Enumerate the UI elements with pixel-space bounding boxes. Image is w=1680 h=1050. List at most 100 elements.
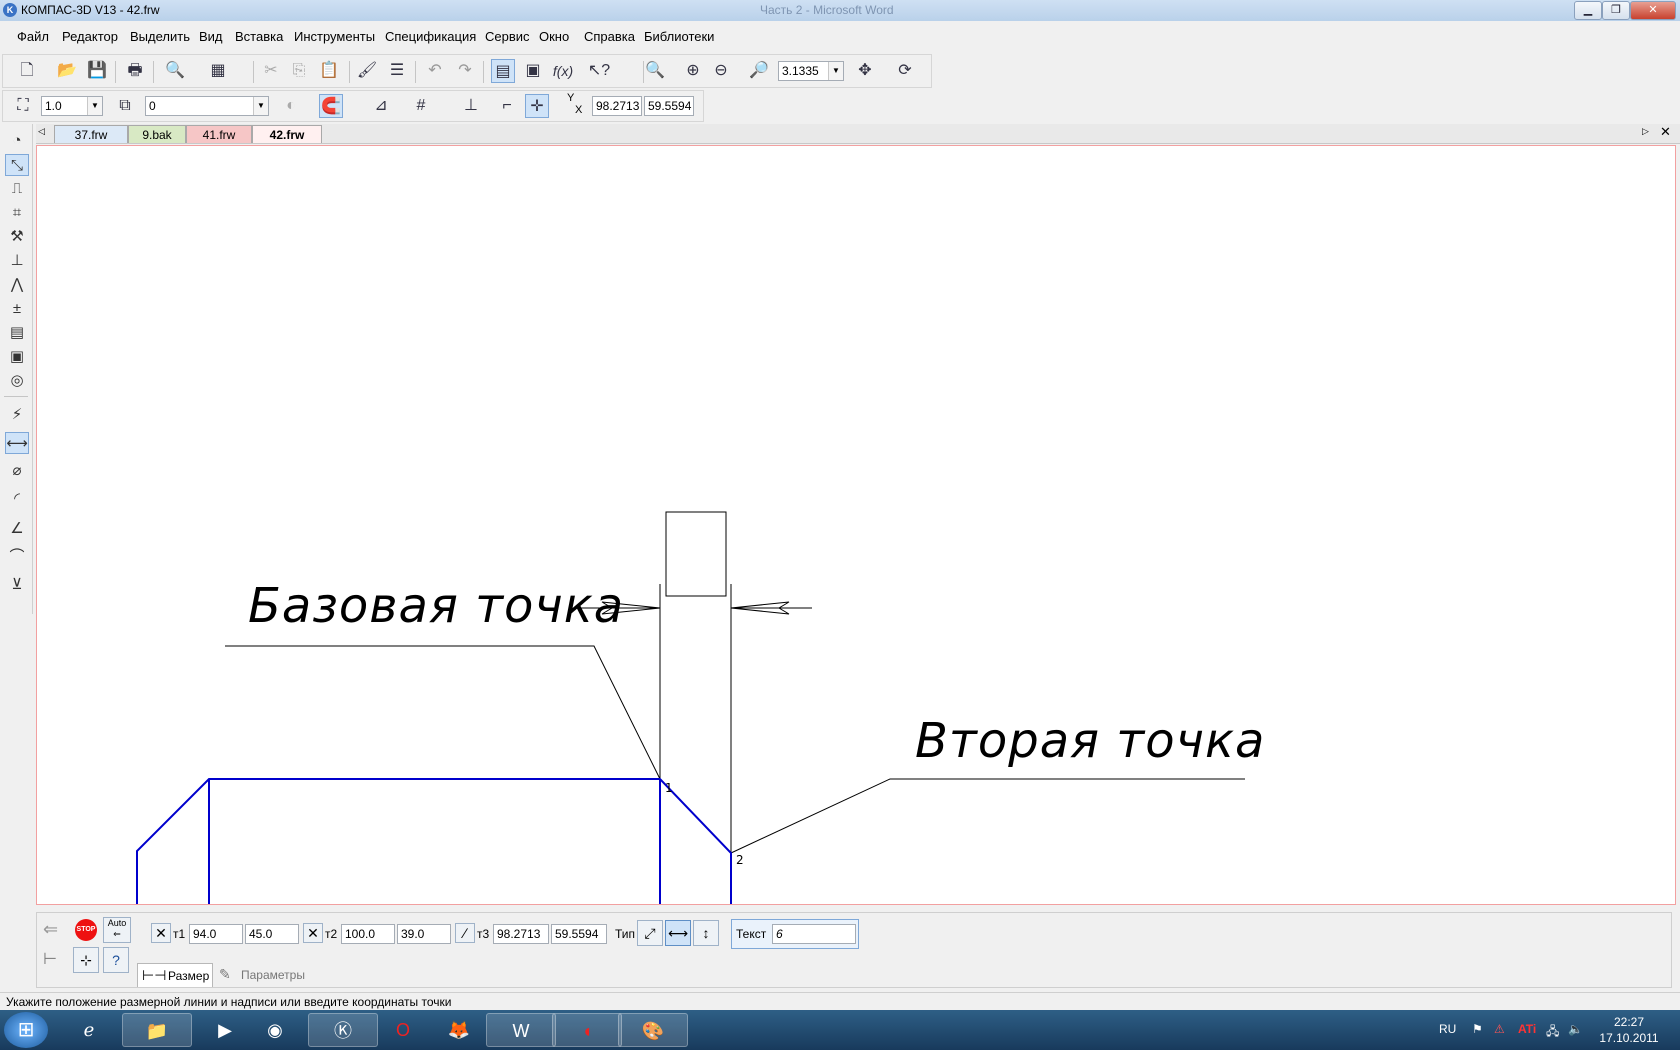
- copy-icon[interactable]: ⎘: [287, 59, 311, 83]
- coordinate-y-field[interactable]: 98.2713: [592, 96, 642, 116]
- layers-icon[interactable]: ⧉: [113, 94, 137, 118]
- open-folder-icon[interactable]: 📂: [55, 59, 79, 83]
- insert-fragment-icon[interactable]: ◎: [5, 370, 29, 392]
- menu-specification[interactable]: Спецификация: [385, 29, 476, 44]
- back-arrow-icon[interactable]: ⇐: [43, 919, 58, 940]
- explorer-folder-icon[interactable]: 📁: [122, 1013, 192, 1047]
- start-button-icon[interactable]: ⊞: [4, 1012, 48, 1048]
- menu-window[interactable]: Окно: [539, 29, 569, 44]
- menu-libraries[interactable]: Библиотеки: [644, 29, 714, 44]
- help-icon[interactable]: ?: [103, 947, 129, 973]
- diameter-dimension-icon[interactable]: ⌀: [5, 460, 29, 482]
- menu-insert[interactable]: Вставка: [235, 29, 283, 44]
- chevron-down-icon[interactable]: ▼: [253, 97, 268, 115]
- dimension-type-icon[interactable]: ⊢: [43, 949, 57, 969]
- ie-icon[interactable]: ℯ: [54, 1013, 124, 1047]
- tab-42-frw[interactable]: 42.frw: [252, 125, 322, 143]
- t2-y-field[interactable]: 39.0: [397, 924, 451, 944]
- t2-x-field[interactable]: 100.0: [341, 924, 395, 944]
- select-icon[interactable]: ⋀: [5, 274, 29, 296]
- point1-x-icon[interactable]: ✕: [151, 923, 171, 943]
- close-button[interactable]: ✕: [1630, 1, 1676, 20]
- zoom-combobox[interactable]: 3.1335 ▼: [778, 61, 844, 81]
- close-document-icon[interactable]: ✕: [1660, 124, 1671, 140]
- print-preview-icon[interactable]: 🔍: [163, 59, 187, 83]
- tab-parameters[interactable]: ✎ Параметры: [215, 963, 315, 987]
- menu-select[interactable]: Выделить: [130, 29, 190, 44]
- tab-41-frw[interactable]: 41.frw: [186, 125, 252, 143]
- zoom-window-icon[interactable]: 🔍: [643, 59, 667, 83]
- parametrization-icon[interactable]: ⚒: [5, 226, 29, 248]
- chrome-icon[interactable]: ◉: [240, 1013, 310, 1047]
- t3-y-field[interactable]: 59.5594: [551, 924, 607, 944]
- aligned-type-icon[interactable]: ⤢: [637, 920, 663, 946]
- network-icon[interactable]: 🖧: [1546, 1022, 1559, 1043]
- angular-dimension-icon[interactable]: ∠: [5, 518, 29, 540]
- redo-icon[interactable]: ↷: [453, 59, 477, 83]
- stop-icon[interactable]: STOP: [75, 919, 97, 941]
- layer-combobox[interactable]: 0 ▼: [145, 96, 269, 116]
- vertical-type-icon[interactable]: ↕: [693, 920, 719, 946]
- word-icon[interactable]: W: [486, 1013, 556, 1047]
- action-center-flag-icon[interactable]: ⚑: [1472, 1022, 1483, 1036]
- point3-slash-icon[interactable]: ∕: [455, 923, 475, 943]
- document-manager-icon[interactable]: ▦: [206, 59, 230, 83]
- paste-icon[interactable]: 📋: [317, 59, 341, 83]
- tab-37-frw[interactable]: 37.frw: [54, 125, 128, 143]
- designations-icon[interactable]: ⎍: [5, 178, 29, 200]
- minimize-button[interactable]: ▁: [1574, 1, 1602, 20]
- point2-x-icon[interactable]: ✕: [303, 923, 323, 943]
- paint-icon[interactable]: 🎨: [618, 1013, 688, 1047]
- associative-views-icon[interactable]: ±: [5, 298, 29, 320]
- menu-tools[interactable]: Инструменты: [294, 29, 375, 44]
- height-mark-icon[interactable]: ⊻: [5, 574, 29, 596]
- variables-fx-icon[interactable]: f(x): [551, 59, 575, 83]
- properties-list-icon[interactable]: ☰: [385, 59, 409, 83]
- geometry-icon[interactable]: ◔: [5, 130, 29, 152]
- t1-x-field[interactable]: 94.0: [189, 924, 243, 944]
- zoom-fit-icon[interactable]: ⊖: [709, 59, 733, 83]
- tabs-scroll-right-icon[interactable]: ▷: [1642, 126, 1649, 137]
- firefox-icon[interactable]: 🦊: [424, 1013, 494, 1047]
- library-manager-icon[interactable]: ▣: [521, 59, 545, 83]
- pan-icon[interactable]: ✥: [853, 59, 877, 83]
- reports-icon[interactable]: ▣: [5, 346, 29, 368]
- menu-view[interactable]: Вид: [199, 29, 223, 44]
- chevron-down-icon[interactable]: ▼: [87, 97, 102, 115]
- t1-y-field[interactable]: 45.0: [245, 924, 299, 944]
- tray-app-icon[interactable]: ⚠: [1494, 1022, 1505, 1036]
- horizontal-type-icon[interactable]: ⟷: [665, 920, 691, 946]
- tabs-scroll-left-icon[interactable]: ◁: [38, 126, 45, 137]
- spec-icon[interactable]: ▤: [5, 322, 29, 344]
- ortho-mode-icon[interactable]: ⌐: [495, 94, 519, 118]
- cursor-step-icon[interactable]: ⛶: [11, 94, 35, 118]
- view-parameters-icon[interactable]: ◐: [279, 94, 303, 118]
- radial-dimension-icon[interactable]: ◜: [5, 488, 29, 510]
- snap-point-icon[interactable]: ⊹: [73, 947, 99, 973]
- zoom-in-icon[interactable]: ⊕: [681, 59, 705, 83]
- dimensions-icon[interactable]: ⤡: [5, 154, 29, 176]
- manager-panel-icon[interactable]: ▤: [491, 59, 515, 83]
- arc-dimension-icon[interactable]: ⌒: [5, 546, 29, 568]
- text-field[interactable]: 6: [772, 924, 856, 944]
- grid-icon[interactable]: #: [409, 94, 433, 118]
- language-indicator[interactable]: RU: [1439, 1022, 1456, 1036]
- menu-help[interactable]: Справка: [584, 29, 635, 44]
- format-brush-icon[interactable]: 🖌: [355, 59, 379, 83]
- t3-x-field[interactable]: 98.2713: [493, 924, 549, 944]
- save-icon[interactable]: 💾: [85, 59, 109, 83]
- step-combobox[interactable]: 1.0 ▼: [41, 96, 103, 116]
- drawing-canvas[interactable]: Базовая точка Вторая точка 1 2: [36, 145, 1676, 905]
- measure-icon[interactable]: ⊥: [5, 250, 29, 272]
- tab-size[interactable]: ⊢⊣ Размер: [137, 963, 213, 987]
- chevron-down-icon[interactable]: ▼: [828, 62, 843, 80]
- edit-icon[interactable]: ⌗: [5, 202, 29, 224]
- cut-icon[interactable]: ✂: [259, 59, 283, 83]
- volume-icon[interactable]: 🔈: [1568, 1022, 1583, 1036]
- acrobat-icon[interactable]: ◖: [552, 1013, 622, 1047]
- print-icon[interactable]: 🖶: [123, 59, 147, 83]
- round-coordinates-icon[interactable]: ✛: [525, 94, 549, 118]
- snap-magnet-icon[interactable]: 🧲: [319, 94, 343, 118]
- undo-icon[interactable]: ↶: [423, 59, 447, 83]
- tray-clock[interactable]: 22:27 17.10.2011: [1596, 1014, 1662, 1046]
